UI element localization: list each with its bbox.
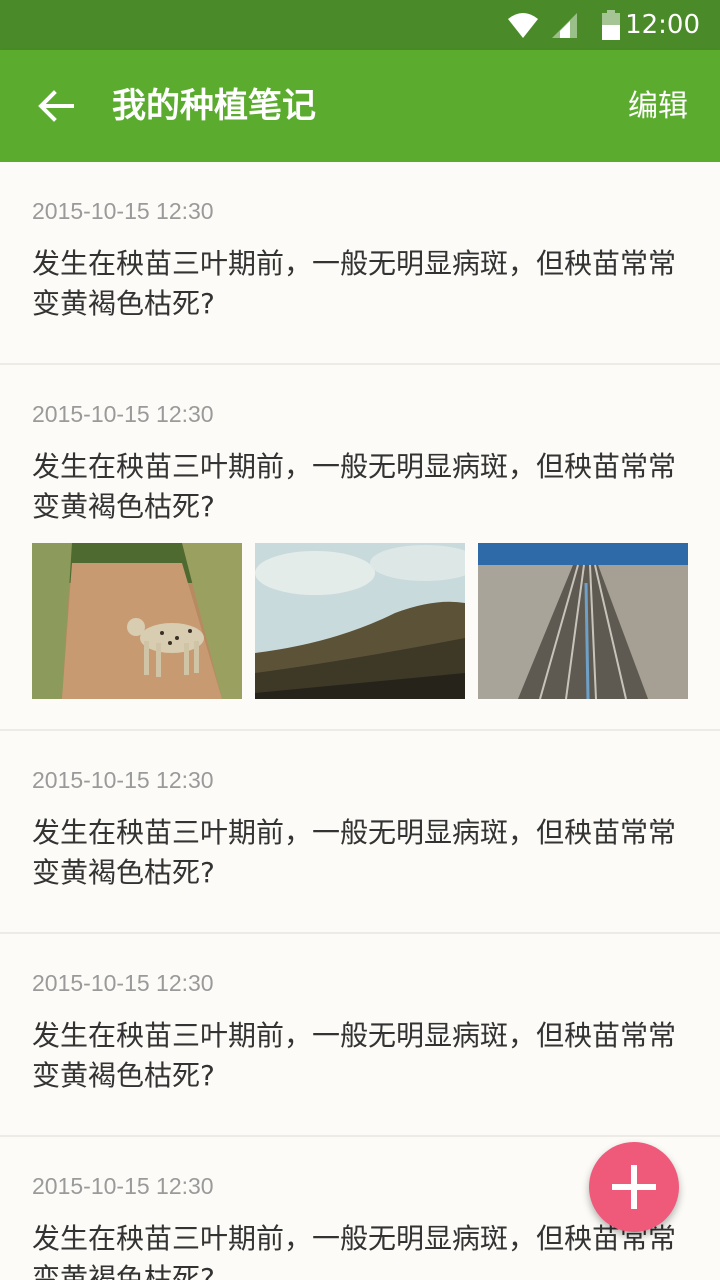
note-date: 2015-10-15 12:30 — [32, 401, 214, 427]
note-text: 发生在秧苗三叶期前，一般无明显病斑，但秧苗常常变黄褐色枯死? — [32, 816, 677, 889]
list-item[interactable]: 2015-10-15 12:30 发生在秧苗三叶期前，一般无明显病斑，但秧苗常常… — [0, 162, 720, 365]
plus-icon — [612, 1165, 656, 1209]
wifi-icon — [508, 13, 538, 38]
status-time: 12:00 — [625, 10, 700, 40]
back-button[interactable] — [24, 74, 88, 138]
status-bar: 12:00 — [0, 0, 720, 50]
photo-thumbnail[interactable] — [255, 543, 465, 699]
photo-thumbnail[interactable] — [478, 543, 688, 699]
note-text: 发生在秧苗三叶期前，一般无明显病斑，但秧苗常常变黄褐色枯死? — [32, 247, 677, 320]
leopard-photo-image — [32, 543, 242, 699]
list-item[interactable]: 2015-10-15 12:30 发生在秧苗三叶期前，一般无明显病斑，但秧苗常常… — [0, 731, 720, 934]
list-item[interactable]: 2015-10-15 12:30 发生在秧苗三叶期前，一般无明显病斑，但秧苗常常… — [0, 934, 720, 1137]
hillside-photo-image — [255, 543, 465, 699]
railway-photo-image — [478, 543, 688, 699]
cellular-signal-icon — [552, 13, 577, 38]
list-item[interactable]: 2015-10-15 12:30 发生在秧苗三叶期前，一般无明显病斑，但秧苗常常… — [0, 365, 720, 731]
note-date: 2015-10-15 12:30 — [32, 767, 214, 793]
note-text: 发生在秧苗三叶期前，一般无明显病斑，但秧苗常常变黄褐色枯死? — [32, 450, 677, 523]
photo-thumbnail[interactable] — [32, 543, 242, 699]
note-text: 发生在秧苗三叶期前，一般无明显病斑，但秧苗常常变黄褐色枯死? — [32, 1222, 677, 1280]
page-title: 我的种植笔记 — [112, 86, 316, 126]
arrow-back-icon — [38, 90, 74, 122]
edit-button[interactable]: 编辑 — [628, 86, 688, 128]
battery-icon — [602, 10, 620, 40]
note-date: 2015-10-15 12:30 — [32, 198, 214, 224]
note-text: 发生在秧苗三叶期前，一般无明显病斑，但秧苗常常变黄褐色枯死? — [32, 1019, 677, 1092]
note-date: 2015-10-15 12:30 — [32, 1173, 214, 1199]
note-list: 2015-10-15 12:30 发生在秧苗三叶期前，一般无明显病斑，但秧苗常常… — [0, 162, 720, 1280]
app-bar: 我的种植笔记 编辑 — [0, 50, 720, 162]
add-note-button[interactable] — [589, 1142, 679, 1232]
note-date: 2015-10-15 12:30 — [32, 970, 214, 996]
